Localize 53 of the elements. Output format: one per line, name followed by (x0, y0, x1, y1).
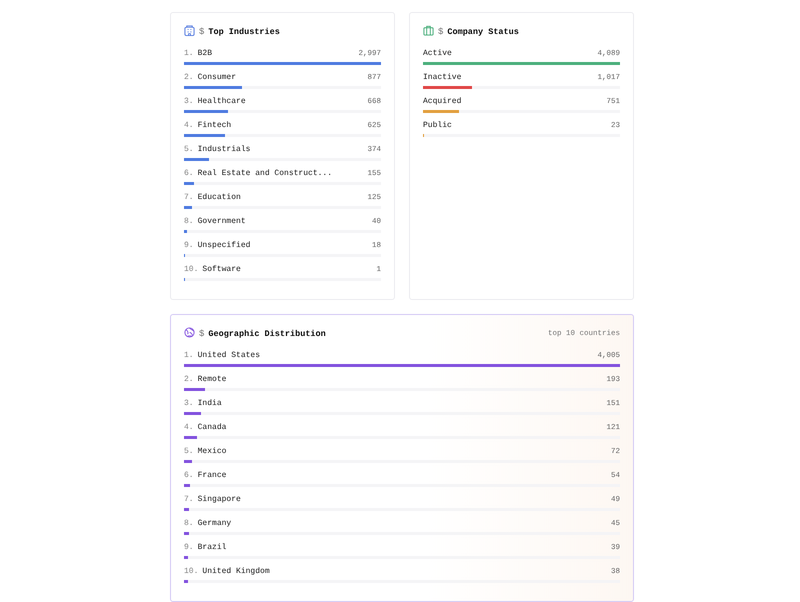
item-label: Real Estate and Construct... (198, 169, 332, 178)
item-label: Consumer (198, 73, 236, 82)
item-label: Education (198, 193, 241, 202)
rank-number: 5. (184, 447, 194, 456)
item-label: B2B (198, 49, 212, 58)
item-label: United Kingdom (202, 567, 270, 576)
rank-number: 2. (184, 73, 194, 82)
building-icon (184, 25, 195, 36)
rank-number: 5. (184, 145, 194, 154)
item-label: United States (198, 351, 260, 360)
rank-number: 1. (184, 49, 194, 58)
rank-number: 8. (184, 217, 194, 226)
item-label: Singapore (198, 495, 241, 504)
item-label: Industrials (198, 145, 250, 154)
item-label: Fintech (198, 121, 232, 130)
item-label: Unspecified (198, 241, 250, 250)
card-title: Company Status (447, 27, 519, 37)
rank-number: 4. (184, 423, 194, 432)
item-label: Government (198, 217, 246, 226)
item-label: Canada (198, 423, 226, 432)
item-label: Healthcare (198, 97, 246, 106)
item-label: France (198, 471, 226, 480)
rank-number: 6. (184, 169, 194, 178)
item-label: Germany (198, 519, 232, 528)
item-label: Active (423, 49, 452, 58)
card-title: Top Industries (208, 27, 280, 37)
rank-number: 1. (184, 351, 194, 360)
rank-number: 7. (184, 193, 194, 202)
rank-number: 2. (184, 375, 194, 384)
item-label: Remote (198, 375, 226, 384)
globe-icon (184, 327, 195, 338)
rank-number: 8. (184, 519, 194, 528)
card-title: Geographic Distribution (208, 329, 326, 339)
item-label: Mexico (198, 447, 226, 456)
item-label: Software (202, 265, 241, 274)
rank-number: 9. (184, 543, 194, 552)
rank-number: 10. (184, 265, 198, 274)
item-label: Inactive (423, 73, 462, 82)
rank-number: 3. (184, 97, 194, 106)
item-label: Acquired (423, 97, 462, 106)
item-label: Public (423, 121, 452, 130)
rank-number: 9. (184, 241, 194, 250)
dollar-sign: $ (199, 27, 204, 37)
dollar-sign: $ (199, 329, 204, 339)
rank-number: 7. (184, 495, 194, 504)
item-label: Brazil (198, 543, 226, 552)
rank-number: 3. (184, 399, 194, 408)
rank-number: 10. (184, 567, 198, 576)
item-label: India (198, 399, 222, 408)
briefcase-icon (423, 25, 434, 36)
rank-number: 6. (184, 471, 194, 480)
dollar-sign: $ (438, 27, 444, 37)
rank-number: 4. (184, 121, 194, 130)
